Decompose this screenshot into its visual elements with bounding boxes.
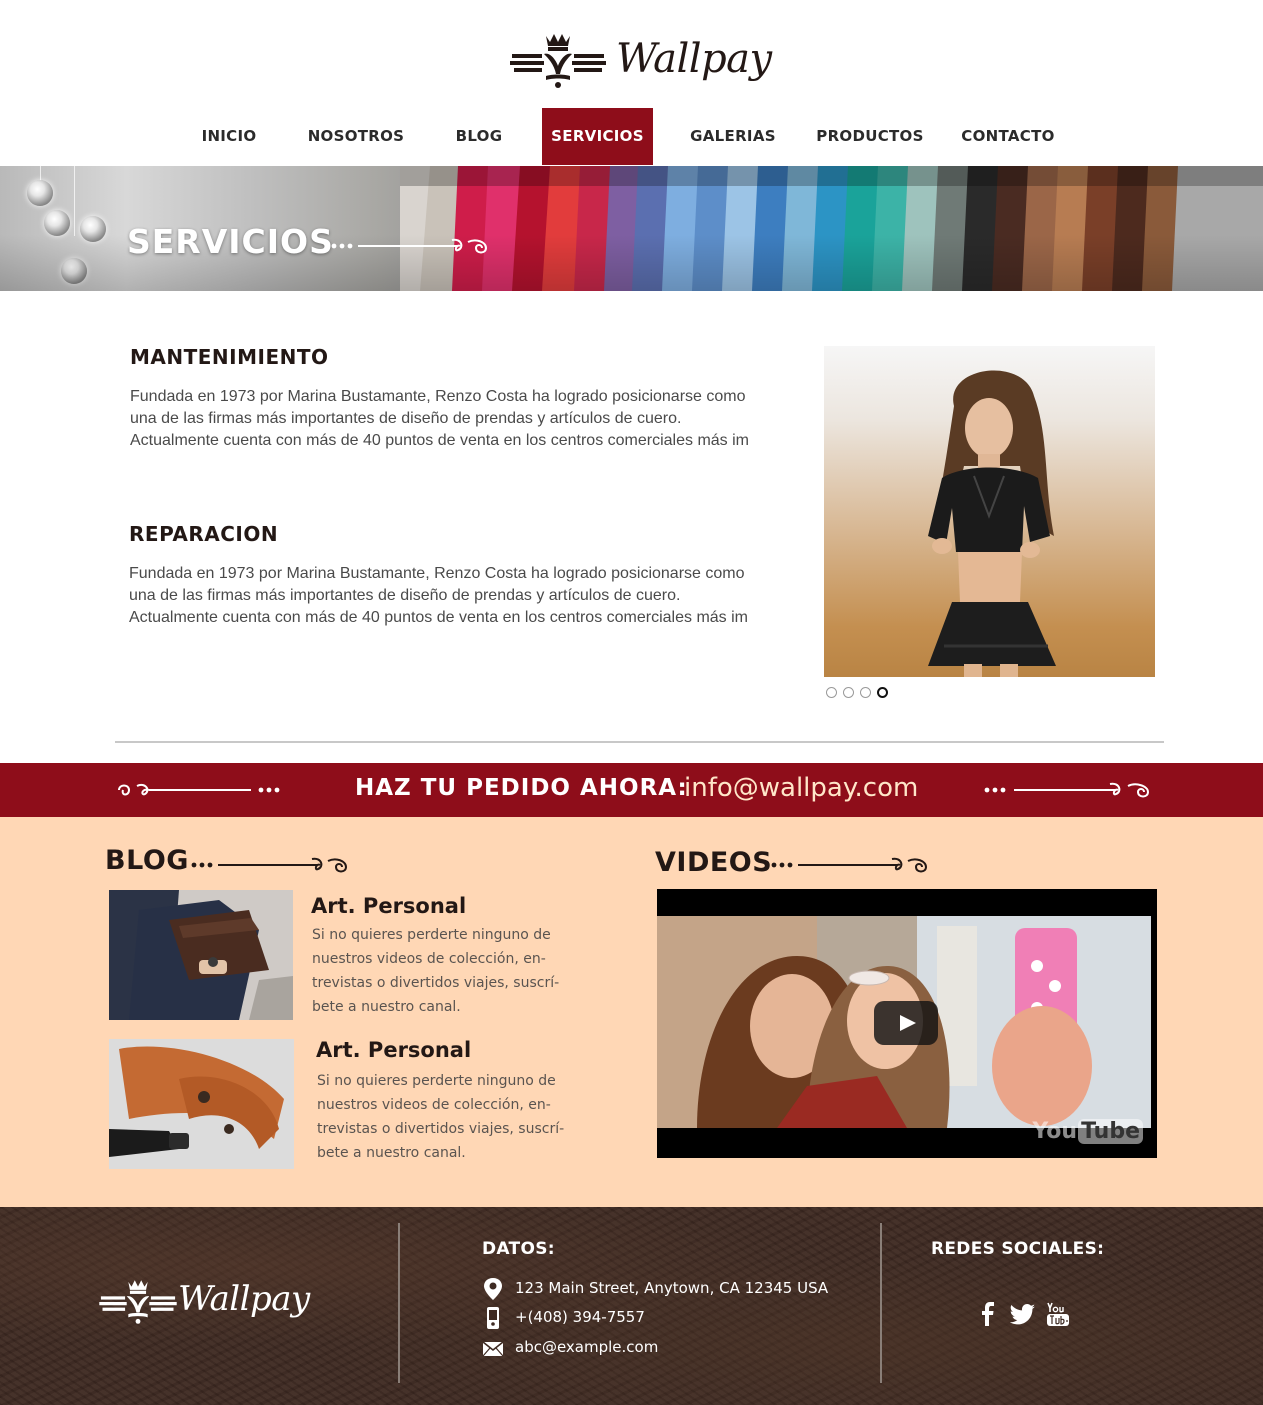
phone-text[interactable]: +(408) 394-7557	[515, 1308, 645, 1326]
envelope-icon	[482, 1341, 504, 1357]
nav-item-blog[interactable]: BLOG	[443, 108, 515, 165]
address-text: 123 Main Street, Anytown, CA 12345 USA	[515, 1279, 829, 1297]
logo-emblem-icon	[510, 34, 606, 88]
facebook-icon[interactable]	[976, 1301, 1002, 1327]
service-description: Fundada en 1973 por Marina Bustamante, R…	[129, 563, 769, 629]
page-title: SERVICIOS	[127, 222, 334, 261]
footer-social-title: REDES SOCIALES:	[931, 1239, 1105, 1259]
leather-strap-photo	[109, 1039, 294, 1169]
excerpt-line: bete a nuestro canal.	[312, 999, 461, 1015]
section-divider	[115, 741, 1164, 743]
blog-post-excerpt: Si no quieres perderte ninguno de nuestr…	[312, 923, 560, 1019]
youtube-watermark[interactable]: You Tube	[1032, 1119, 1143, 1144]
bag-suit-photo	[109, 890, 293, 1020]
model-photo	[928, 370, 1056, 677]
play-button[interactable]	[874, 1001, 938, 1045]
service-line: Fundada en 1973 por Marina Bustamante, R…	[130, 388, 746, 405]
excerpt-line: Si no quieres perderte ninguno de	[312, 927, 551, 943]
email-text[interactable]: abc@example.com	[515, 1338, 658, 1356]
watermark-tube: Tube	[1078, 1119, 1143, 1144]
play-icon	[900, 1015, 916, 1031]
blog-section-title: BLOG	[105, 845, 189, 876]
phone-icon	[487, 1307, 499, 1329]
ornament-divider-icon	[118, 784, 280, 796]
youtube-icon[interactable]	[1045, 1301, 1071, 1327]
service-line: una de las firmas más importantes de dis…	[129, 587, 681, 604]
nav-item-galerias[interactable]: GALERIAS	[678, 108, 788, 165]
excerpt-line: Si no quieres perderte ninguno de	[317, 1073, 556, 1089]
excerpt-line: trevistas o divertidos viajes, suscrí-	[317, 1121, 565, 1137]
blog-post-excerpt: Si no quieres perderte ninguno de nuestr…	[317, 1069, 565, 1165]
slider-dot[interactable]	[826, 687, 837, 698]
nav-item-contacto[interactable]: CONTACTO	[950, 108, 1066, 165]
footer-divider	[398, 1223, 400, 1383]
footer-datos-title: DATOS:	[482, 1239, 555, 1259]
location-pin-icon	[484, 1278, 502, 1300]
ornament-divider-icon	[984, 782, 1150, 798]
order-label: HAZ TU PEDIDO AHORA:	[355, 775, 688, 801]
nav-item-nosotros[interactable]: NOSOTROS	[296, 108, 416, 165]
service-line: una de las firmas más importantes de dis…	[130, 410, 682, 427]
service-line: Actualmente cuenta con más de 40 puntos …	[130, 432, 749, 449]
footer-logo[interactable]: Wallpay	[98, 1277, 310, 1327]
blog-post-thumbnail[interactable]	[109, 1039, 294, 1169]
videos-section-title: VIDEOS	[655, 847, 773, 878]
footer-logo-wordmark: Wallpay	[178, 1279, 310, 1319]
blog-post-title[interactable]: Art. Personal	[311, 894, 466, 918]
logo-emblem-icon	[99, 1280, 177, 1324]
service-title-mantenimiento: MANTENIMIENTO	[130, 345, 329, 369]
ornament-divider-icon	[771, 857, 928, 873]
site-logo[interactable]: Wallpay	[510, 30, 772, 92]
watermark-you: You	[1032, 1119, 1078, 1144]
service-line: Actualmente cuenta con más de 40 puntos …	[129, 609, 748, 626]
order-banner: HAZ TU PEDIDO AHORA: info@wallpay.com	[0, 763, 1263, 817]
excerpt-line: nuestros videos de colección, en-	[312, 951, 546, 967]
excerpt-line: nuestros videos de colección, en-	[317, 1097, 551, 1113]
excerpt-line: bete a nuestro canal.	[317, 1145, 466, 1161]
video-player[interactable]: You Tube	[657, 889, 1157, 1158]
order-email-link[interactable]: info@wallpay.com	[684, 773, 918, 803]
blog-post-thumbnail[interactable]	[109, 890, 293, 1020]
footer-divider	[880, 1223, 882, 1383]
logo-wordmark: Wallpay	[616, 36, 772, 82]
nav-item-productos[interactable]: PRODUCTOS	[805, 108, 935, 165]
nav-item-inicio[interactable]: INICIO	[188, 108, 270, 165]
twitter-icon[interactable]	[1010, 1301, 1036, 1327]
slider-image[interactable]	[824, 346, 1155, 677]
blog-post-title[interactable]: Art. Personal	[316, 1038, 471, 1062]
ornament-divider-icon	[331, 238, 488, 254]
main-nav: INICIO NOSOTROS BLOG SERVICIOS GALERIAS …	[0, 108, 1263, 165]
ornament-divider-icon	[191, 857, 348, 873]
excerpt-line: trevistas o divertidos viajes, suscrí-	[312, 975, 560, 991]
slider-dot-active[interactable]	[877, 687, 888, 698]
nav-item-servicios[interactable]: SERVICIOS	[542, 108, 653, 165]
slider-dot[interactable]	[860, 687, 871, 698]
service-line: Fundada en 1973 por Marina Bustamante, R…	[129, 565, 745, 582]
service-title-reparacion: REPARACION	[129, 522, 279, 546]
site-footer: Wallpay DATOS: 123 Main Street, Anytown,…	[0, 1207, 1263, 1405]
slider-dot[interactable]	[843, 687, 854, 698]
service-description: Fundada en 1973 por Marina Bustamante, R…	[130, 386, 770, 452]
